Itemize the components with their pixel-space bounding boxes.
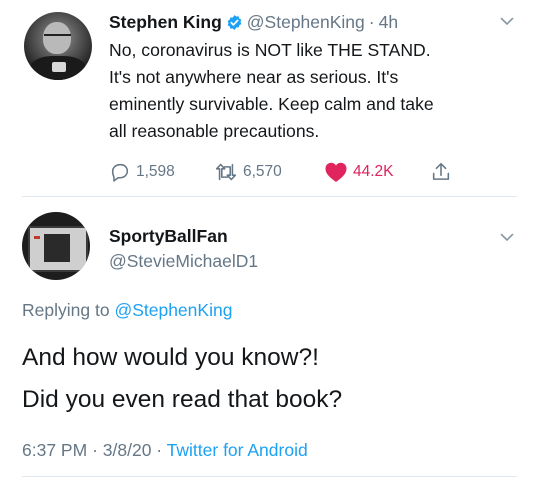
- reply-text-line: Did you even read that book?: [22, 386, 343, 413]
- stephen-king-avatar[interactable]: [24, 12, 92, 80]
- reply-source-link[interactable]: Twitter for Android: [167, 440, 308, 460]
- tweet-header: Stephen King @StephenKing · 4h: [109, 10, 398, 34]
- heart-icon: [325, 162, 347, 182]
- chevron-down-icon[interactable]: [500, 233, 514, 242]
- author-name[interactable]: Stephen King: [109, 12, 222, 33]
- sportyballfan-avatar[interactable]: [22, 212, 90, 280]
- meta-separator: ·: [156, 440, 163, 460]
- reply-author-handle[interactable]: @StevieMichaelD1: [109, 251, 258, 272]
- chevron-down-icon[interactable]: [500, 17, 514, 26]
- like-count: 44.2K: [353, 163, 394, 180]
- reply-time[interactable]: 6:37 PM: [22, 440, 87, 460]
- replying-to-mention[interactable]: @StephenKing: [114, 300, 232, 320]
- header-separator: ·: [368, 11, 375, 32]
- tweet-text-line: all reasonable precautions.: [109, 121, 320, 141]
- retweet-icon: [215, 163, 237, 181]
- tweet-text-line: No, coronavirus is NOT like THE STAND.: [109, 40, 431, 60]
- replying-to-label: Replying to: [22, 300, 110, 320]
- author-handle[interactable]: @StephenKing: [247, 12, 365, 33]
- divider: [22, 196, 517, 197]
- share-button[interactable]: [430, 160, 452, 184]
- reply-meta: 6:37 PM · 3/8/20 · Twitter for Android: [22, 440, 308, 461]
- reply-button[interactable]: 1,598: [109, 160, 175, 184]
- retweet-count: 6,570: [243, 163, 282, 180]
- reply-text: And how would you know?! Did you even re…: [22, 337, 342, 421]
- divider: [22, 476, 517, 477]
- tweet-actions: 1,598 6,570 44.2K: [109, 160, 529, 184]
- reply-count: 1,598: [136, 163, 175, 180]
- reply-text-line: And how would you know?!: [22, 344, 319, 371]
- original-tweet: Stephen King @StephenKing · 4h No, coron…: [0, 0, 539, 195]
- tweet-text-line: eminently survivable. Keep calm and take: [109, 94, 434, 114]
- tweet-timestamp[interactable]: 4h: [379, 12, 398, 33]
- share-icon: [432, 162, 450, 180]
- reply-icon: [111, 163, 129, 182]
- tweet-text-line: It's not anywhere near as serious. It's: [109, 67, 399, 87]
- like-button[interactable]: 44.2K: [324, 160, 394, 184]
- reply-date[interactable]: 3/8/20: [103, 440, 152, 460]
- replying-to: Replying to @StephenKing: [22, 300, 232, 321]
- verified-badge-icon: [227, 14, 242, 30]
- retweet-button[interactable]: 6,570: [214, 160, 282, 184]
- reply-author-name[interactable]: SportyBallFan: [109, 226, 228, 247]
- meta-separator: ·: [92, 440, 98, 460]
- tweet-text: No, coronavirus is NOT like THE STAND. I…: [109, 37, 529, 145]
